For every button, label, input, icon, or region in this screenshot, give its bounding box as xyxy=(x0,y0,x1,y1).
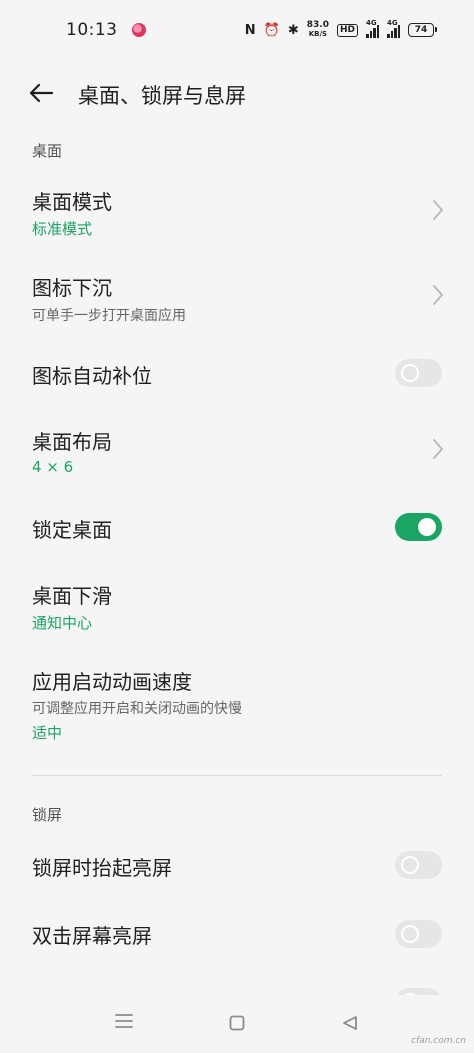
page-title: 桌面、锁屏与息屏 xyxy=(78,84,246,108)
section-title-lockscreen: 锁屏 xyxy=(32,806,63,824)
setting-app-anim-speed[interactable]: 应用启动动画速度 可调整应用开启和关闭动画的快慢 适中 xyxy=(0,652,474,752)
setting-title: 桌面下滑 xyxy=(32,584,112,608)
setting-value: 通知中心 xyxy=(32,614,93,632)
triangle-back-icon[interactable] xyxy=(342,1015,358,1031)
setting-title: 图标自动补位 xyxy=(32,364,152,388)
header: 桌面、锁屏与息屏 xyxy=(0,70,474,118)
battery-level: 74 xyxy=(414,25,428,35)
network-speed-value: 83.0 xyxy=(306,20,329,30)
setting-double-tap-wake[interactable]: 双击屏幕亮屏 xyxy=(0,908,474,962)
battery-icon: 74 xyxy=(408,23,437,37)
alarm-icon: ⏰ xyxy=(263,22,280,38)
double-tap-wake-toggle[interactable] xyxy=(395,920,442,948)
setting-desktop-swipe[interactable]: 桌面下滑 通知中心 xyxy=(0,566,474,640)
chevron-right-icon xyxy=(433,439,444,459)
menu-icon[interactable] xyxy=(115,1013,133,1029)
setting-raise-to-wake[interactable]: 锁屏时抬起亮屏 xyxy=(0,838,474,892)
hd-icon: HD xyxy=(336,23,358,37)
lock-desktop-toggle[interactable] xyxy=(395,513,442,541)
setting-value: 4 × 6 xyxy=(32,458,74,476)
setting-title: 锁屏时抬起亮屏 xyxy=(32,856,172,880)
network-type-sim1: 4G xyxy=(366,19,377,27)
chevron-right-icon xyxy=(433,285,444,305)
raise-to-wake-toggle[interactable] xyxy=(395,851,442,879)
network-speed: 83.0 KB/S xyxy=(307,21,329,39)
setting-icon-autofill[interactable]: 图标自动补位 xyxy=(0,348,474,400)
app-notification-icon xyxy=(131,23,146,37)
setting-title: 桌面布局 xyxy=(32,430,112,454)
setting-icon-sink[interactable]: 图标下沉 可单手一步打开桌面应用 xyxy=(0,258,474,332)
status-bar: 10:13 N ⏰ ✱ 83.0 KB/S HD 4G 4G 74 xyxy=(0,0,474,60)
setting-title: 应用启动动画速度 xyxy=(32,670,192,694)
setting-title: 图标下沉 xyxy=(32,276,112,300)
setting-value: 标准模式 xyxy=(32,220,93,238)
setting-title: 锁定桌面 xyxy=(32,518,112,542)
square-icon[interactable] xyxy=(229,1015,245,1031)
setting-desktop-layout[interactable]: 桌面布局 4 × 6 xyxy=(0,412,474,486)
setting-title: 双击屏幕亮屏 xyxy=(32,924,152,948)
arrow-left-icon[interactable] xyxy=(28,82,54,104)
status-indicators: N ⏰ ✱ 83.0 KB/S HD 4G 4G 74 xyxy=(244,19,437,39)
navigation-bar xyxy=(0,995,474,1053)
section-divider xyxy=(32,775,442,776)
section-title-desktop: 桌面 xyxy=(32,142,63,160)
status-time: 10:13 xyxy=(66,20,118,40)
network-type-sim2: 4G xyxy=(387,19,398,27)
setting-lock-desktop[interactable]: 锁定桌面 xyxy=(0,500,474,552)
chevron-right-icon xyxy=(433,200,444,220)
setting-subtitle: 可调整应用开启和关闭动画的快慢 xyxy=(32,701,242,717)
setting-subtitle: 可单手一步打开桌面应用 xyxy=(32,308,186,324)
icon-autofill-toggle[interactable] xyxy=(395,359,442,387)
network-speed-unit: KB/S xyxy=(308,30,328,38)
setting-desktop-mode[interactable]: 桌面模式 标准模式 xyxy=(0,172,474,246)
nfc-icon: N xyxy=(244,22,256,38)
watermark: cfan.com.cn xyxy=(411,1036,466,1046)
bluetooth-icon: ✱ xyxy=(287,22,299,38)
setting-value: 适中 xyxy=(32,724,63,742)
signal-icon-sim2: 4G xyxy=(387,19,400,38)
setting-title: 桌面模式 xyxy=(32,190,112,214)
signal-icon-sim1: 4G xyxy=(366,19,379,38)
